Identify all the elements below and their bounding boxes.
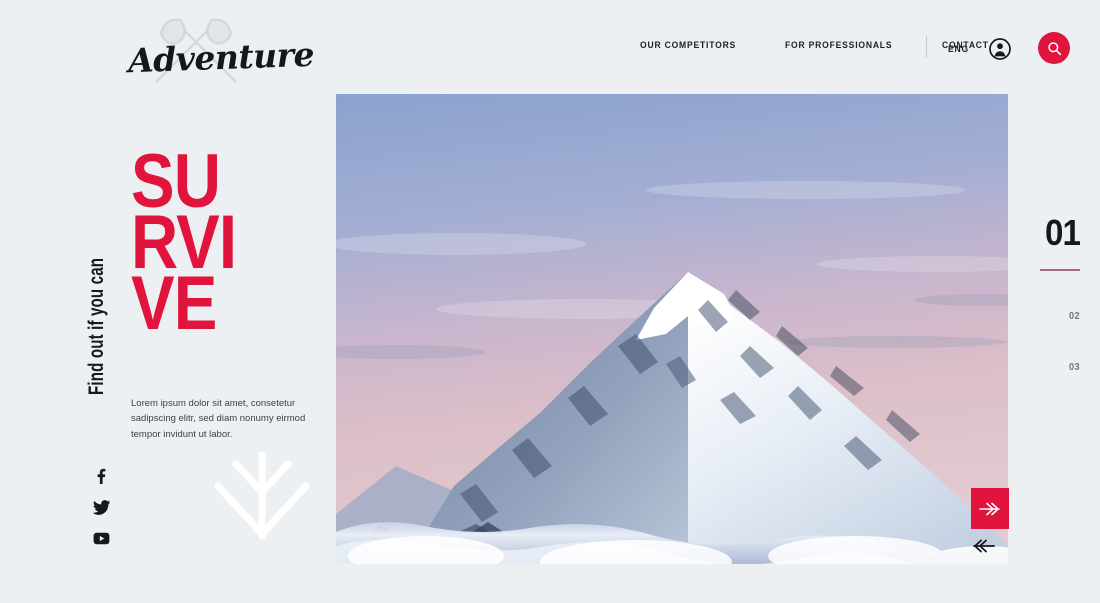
main-nav: OUR COMPETITORS FOR PROFESSIONALS CONTAC… (640, 40, 1032, 51)
headline-line-3: VE (131, 260, 217, 346)
landing-page: Adventure OUR COMPETITORS FOR PROFESSION… (0, 0, 1100, 603)
social-links (92, 465, 110, 558)
header-divider (926, 36, 927, 58)
hero-image (336, 94, 1008, 564)
youtube-icon (93, 532, 109, 544)
mountain-photo (336, 94, 1008, 564)
hero-headline: SU RVI VE (131, 144, 253, 346)
carousel-indicator-01[interactable]: 01 (1038, 215, 1081, 251)
carousel-active-rule (1040, 269, 1080, 271)
nav-item-our-competitors[interactable]: OUR COMPETITORS (640, 40, 736, 51)
hero-kicker: Find out if you can (85, 165, 109, 395)
double-chevron-right-icon (979, 502, 1000, 515)
double-chevron-left-icon (973, 539, 995, 553)
hero-kicker-text: Find out if you can (85, 257, 108, 395)
brand-logo[interactable]: Adventure (127, 16, 315, 86)
nav-item-for-professionals[interactable]: FOR PROFESSIONALS (785, 40, 892, 51)
hero-paragraph: Lorem ipsum dolor sit amet, consetetur s… (131, 398, 306, 440)
double-chevron-down-icon (214, 448, 310, 540)
twitter-icon (92, 499, 110, 515)
social-link-facebook[interactable] (92, 465, 110, 487)
carousel-next-button[interactable] (971, 488, 1009, 529)
search-icon (1047, 41, 1061, 55)
social-link-youtube[interactable] (92, 527, 110, 549)
social-link-twitter[interactable] (92, 496, 110, 518)
carousel-prev-button[interactable] (971, 535, 997, 557)
brand-name: Adventure (127, 34, 315, 81)
language-switcher[interactable]: ENG (948, 44, 969, 55)
search-button[interactable] (1038, 32, 1070, 64)
carousel-indicator-03[interactable]: 03 (1038, 362, 1080, 373)
carousel-indicators: 01 02 03 (1034, 215, 1081, 373)
site-header: Adventure OUR COMPETITORS FOR PROFESSION… (0, 0, 1100, 94)
user-circle-icon[interactable] (989, 38, 1011, 60)
facebook-icon (97, 468, 106, 484)
scroll-down-indicator[interactable] (214, 448, 310, 544)
carousel-indicator-02[interactable]: 02 (1038, 311, 1080, 322)
